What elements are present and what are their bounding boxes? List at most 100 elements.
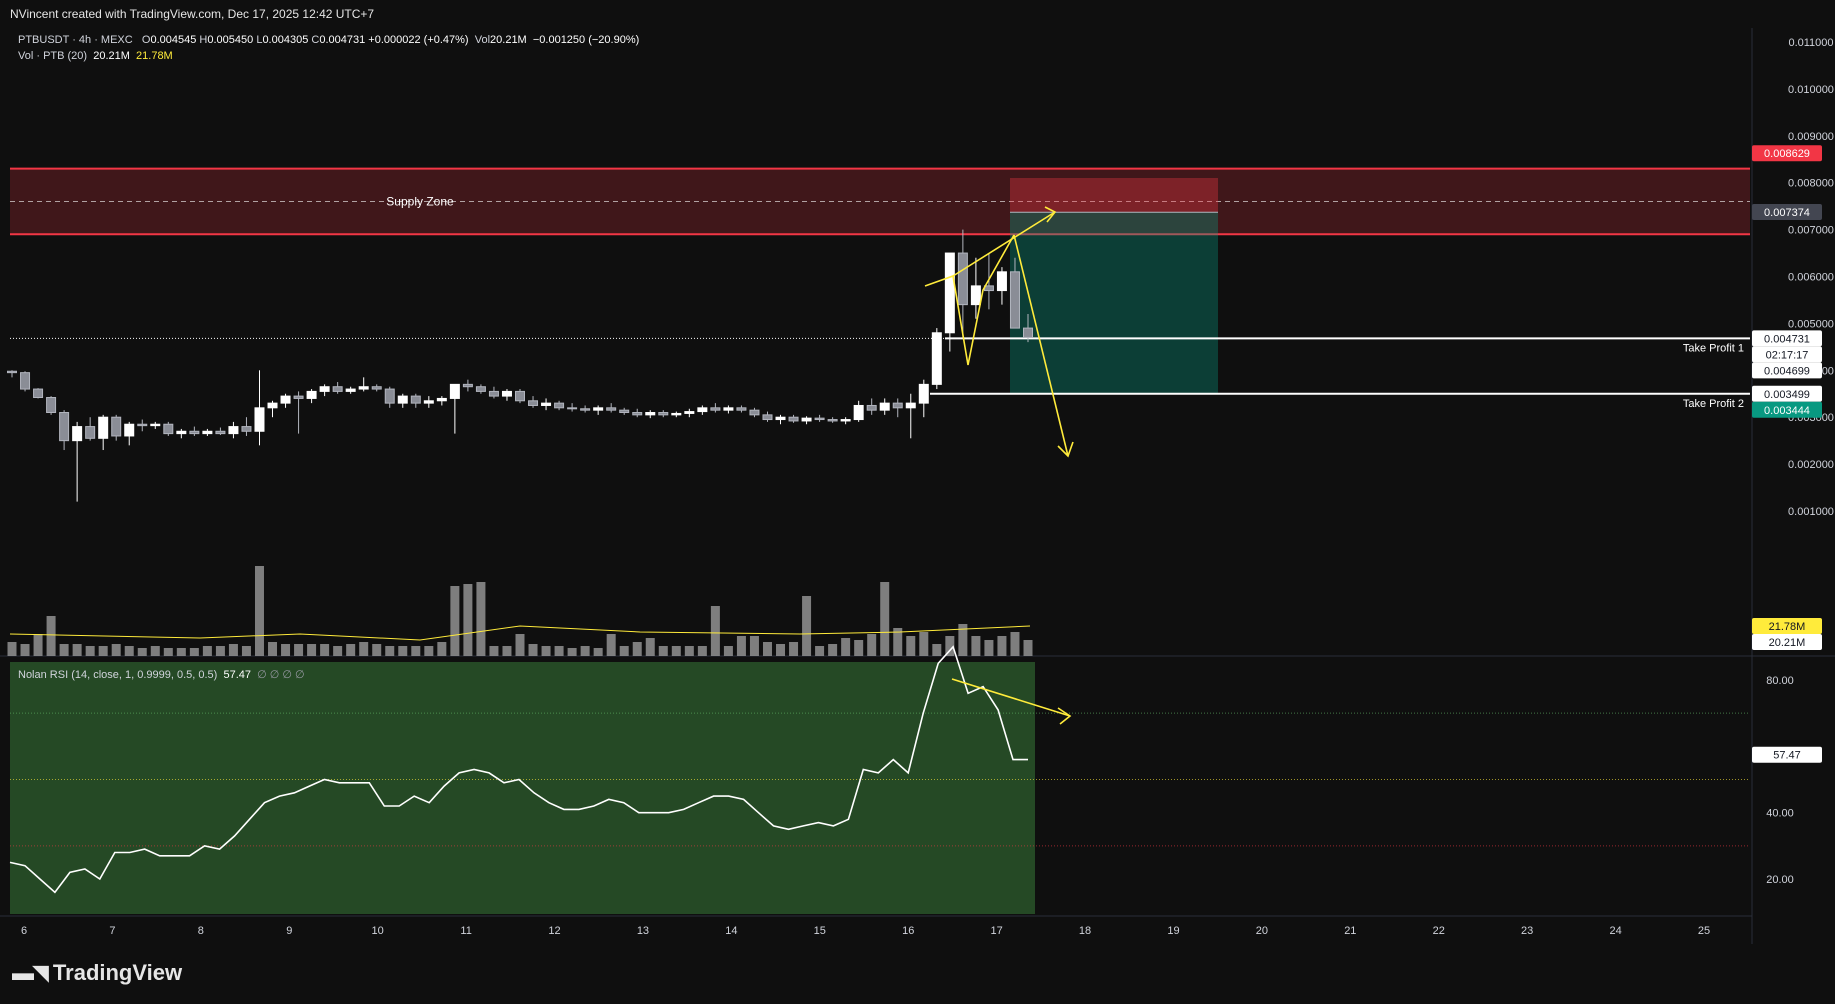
volume-bar [450,586,460,656]
time-tick-label: 19 [1167,925,1179,937]
volume-bar [137,648,147,656]
volume-bar [828,644,838,656]
volume-bar [593,648,603,656]
volume-bar [254,566,264,656]
time-tick-label: 9 [286,925,292,937]
volume-bar [997,636,1007,656]
price-badge-red: 0.008629 [1764,148,1810,160]
candle-body [1009,271,1020,329]
candle-body [475,386,486,392]
price-badge-mid: 0.004699 [1764,365,1810,377]
volume-bar [85,646,95,656]
time-tick-label: 6 [21,925,27,937]
time-tick-label: 10 [372,925,384,937]
volume-legend: Vol · PTB (20) 20.21M 21.78M [18,50,173,62]
price-tick-label: 0.002000 [1788,459,1834,471]
candle-body [853,404,864,421]
candle-body [619,409,630,414]
volume-bar [841,638,851,656]
candle-body [449,383,460,399]
price-tick-label: 0.006000 [1788,272,1834,284]
price-tick-label: 0.009000 [1788,131,1834,143]
volume-badge: 20.21M [1769,637,1806,649]
volume-bar [580,646,590,656]
volume-bar [723,646,733,656]
candle-body [202,430,213,435]
volume-bar [411,646,421,656]
countdown-badge: 02:17:17 [1766,349,1809,361]
rsi-indicator-value: 57.47 [223,669,251,681]
volume-bar [671,646,681,656]
volume-bar [567,648,577,656]
attribution-text: NVincent created with TradingView.com, D… [10,7,375,21]
volume-bar [867,634,877,656]
candle-body [254,407,265,432]
candle-body [645,412,656,416]
volume-bar [437,642,447,656]
volume-bar [919,632,929,656]
volume-bar [268,642,278,656]
candle-body [528,400,539,406]
volume-bar [385,646,395,656]
volume-bar [697,646,707,656]
candle-body [788,416,799,422]
candle-body [267,402,278,409]
rsi-tick-label: 20.00 [1766,874,1794,886]
volume-bar [776,644,786,656]
time-tick-label: 11 [460,925,471,937]
price-tick-label: 0.007000 [1788,225,1834,237]
candle-body [1023,327,1033,338]
volume-bar [1010,632,1020,656]
candle-body [905,402,916,409]
volume-ma-badge: 21.78M [1769,621,1806,633]
price-tick-label: 0.010000 [1788,84,1834,96]
rsi-tick-label: 80.00 [1766,675,1794,687]
volume-bar [502,646,512,656]
attribution-bar: NVincent created with TradingView.com, D… [0,0,1835,28]
volume-bar [33,634,43,656]
change-value: +0.000022 (+0.47%) [368,34,469,46]
volume-bar [984,640,994,656]
candle-body [397,395,408,404]
candle-body [358,386,369,390]
vol-value: 20.21M [490,34,527,46]
volume-bar [424,646,434,656]
candle-body [280,395,291,404]
candle-body [866,404,877,411]
candle-body [20,372,31,390]
volume-bar [802,596,812,656]
volume-bar [1023,640,1033,656]
symbol-legend: PTBUSDT · 4h · MEXC O0.004545 H0.005450 … [18,34,639,46]
volume-bar [762,642,772,656]
time-tick-label: 16 [902,925,914,937]
candle-body [736,407,747,411]
rsi-indicator-name: Nolan RSI (14, close, 1, 0.9999, 0.5, 0.… [18,669,218,681]
volume-bar [658,646,668,656]
chart-canvas[interactable]: 0.011000 0.010000 0.009000 0.008000 0.007000… [0,28,1835,944]
branding-bar: ▬◥ TradingView [0,944,1835,1004]
candle-body [632,412,643,416]
rsi-value-badge: 57.47 [1773,750,1801,762]
candle-body [215,430,226,435]
volume-bar [333,646,343,656]
chart-area[interactable]: 0.011000 0.010000 0.009000 0.008000 0.007000… [0,28,1835,944]
candle-body [501,390,512,397]
time-tick-label: 14 [725,925,737,937]
tradingview-logo[interactable]: ▬◥ TradingView [12,960,182,986]
candle-body [384,388,395,404]
symbol-name: PTBUSDT · 4h · MEXC [18,34,133,46]
candle-body [840,419,851,422]
volume-bar [228,644,238,656]
volume-bar [515,634,525,656]
supply-zone-label: Supply Zone [386,194,454,208]
candle-body [671,412,682,416]
candle-body [46,397,57,414]
volume-bar [372,644,382,656]
rsi-legend: Nolan RSI (14, close, 1, 0.9999, 0.5, 0.… [18,668,305,681]
candle-body [85,426,96,439]
candle-body [580,408,591,411]
volume-bar [202,646,212,656]
close-value: 0.004731 [319,34,366,46]
volume-bar [906,636,916,656]
candle-body [515,390,525,402]
